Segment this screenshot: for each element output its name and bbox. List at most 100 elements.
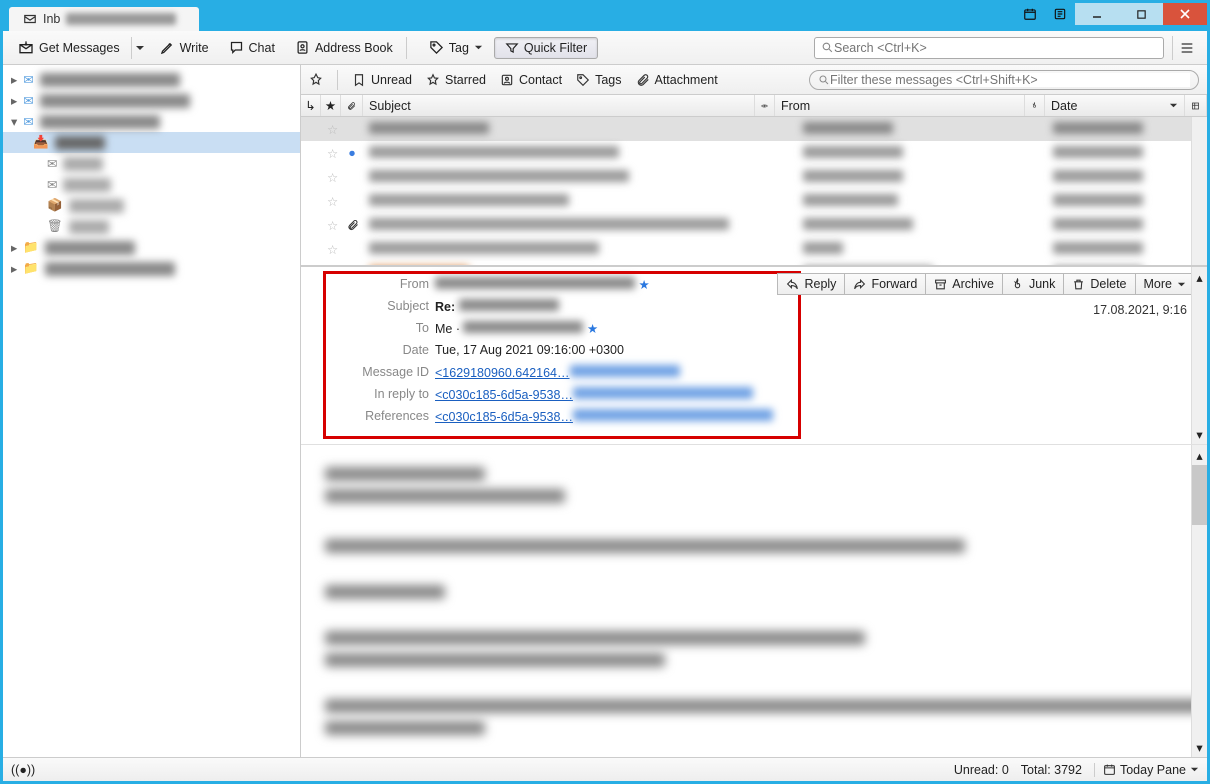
- filter-starred-label: Starred: [445, 73, 486, 87]
- write-button[interactable]: Write: [151, 36, 218, 59]
- col-junk[interactable]: [1025, 95, 1045, 116]
- inbox-icon: [23, 12, 37, 26]
- chat-label: Chat: [249, 41, 275, 55]
- col-read[interactable]: [755, 95, 775, 116]
- message-body: ▴▾: [301, 445, 1207, 757]
- tag-icon: [429, 40, 444, 55]
- hdr-messageid-value[interactable]: <1629180960.642164…: [435, 366, 570, 380]
- chat-button[interactable]: Chat: [220, 36, 284, 59]
- get-messages-dropdown[interactable]: [131, 37, 149, 59]
- filter-contact-label: Contact: [519, 73, 562, 87]
- sidebar-account[interactable]: ▾✉: [3, 111, 300, 132]
- filter-contact[interactable]: Contact: [500, 73, 562, 87]
- chevron-down-icon: [1190, 765, 1199, 774]
- message-row[interactable]: ☆: [301, 261, 1207, 265]
- col-star[interactable]: ★: [321, 95, 341, 116]
- star-icon: [426, 73, 440, 87]
- chevron-down-icon: [474, 43, 483, 52]
- maximize-button[interactable]: [1119, 3, 1163, 25]
- global-search[interactable]: [814, 37, 1164, 59]
- col-subject[interactable]: Subject: [363, 95, 755, 116]
- filter-messages-input[interactable]: [830, 73, 1190, 87]
- app-menu-button[interactable]: [1172, 36, 1201, 60]
- col-date[interactable]: Date: [1045, 95, 1185, 116]
- message-row[interactable]: ☆●: [301, 141, 1207, 165]
- message-list: ☆ ☆● ☆ ☆ ☆ ☆ ☆: [301, 117, 1207, 265]
- quick-filter-button[interactable]: Quick Filter: [494, 37, 598, 59]
- hdr-date-value: Tue, 17 Aug 2021 09:16:00 +0300: [435, 343, 801, 357]
- col-thread[interactable]: ↳: [301, 95, 321, 116]
- hdr-datetime-right: 17.08.2021, 9:16: [1093, 303, 1187, 317]
- sidebar-account[interactable]: ▸📁: [3, 237, 300, 258]
- hamburger-icon: [1179, 40, 1195, 56]
- sidebar-folder[interactable]: ✉: [3, 153, 300, 174]
- pin-filter-button[interactable]: [309, 73, 323, 87]
- sidebar-account[interactable]: ▸✉: [3, 90, 300, 111]
- filter-starred[interactable]: Starred: [426, 73, 486, 87]
- message-row[interactable]: ☆: [301, 213, 1207, 237]
- sidebar-account[interactable]: ▸✉: [3, 69, 300, 90]
- message-row[interactable]: ☆: [301, 117, 1207, 141]
- delete-button[interactable]: Delete: [1063, 273, 1134, 295]
- status-total: Total: 3792: [1021, 763, 1082, 777]
- filter-messages-input-wrap[interactable]: [809, 70, 1199, 90]
- sidebar-folder[interactable]: 📦: [3, 195, 300, 216]
- tag-icon: [576, 73, 590, 87]
- filter-tags[interactable]: Tags: [576, 73, 621, 87]
- search-input[interactable]: [834, 41, 1157, 55]
- message-row[interactable]: ☆: [301, 165, 1207, 189]
- address-book-button[interactable]: Address Book: [286, 36, 402, 59]
- pencil-icon: [160, 40, 175, 55]
- calendar-toggle-icon[interactable]: [1015, 3, 1045, 25]
- reply-button[interactable]: Reply: [777, 273, 844, 295]
- minimize-button[interactable]: [1075, 3, 1119, 25]
- window-tab-inbox[interactable]: Inb: [9, 7, 199, 31]
- hdr-references-value[interactable]: <c030c185-6d5a-9538…: [435, 410, 573, 424]
- today-pane-toggle[interactable]: Today Pane: [1094, 763, 1199, 777]
- col-picker[interactable]: [1185, 95, 1207, 116]
- hdr-messageid-label: Message ID: [301, 365, 435, 379]
- filter-attachment[interactable]: Attachment: [636, 73, 718, 87]
- paperclip-icon: [636, 73, 650, 87]
- junk-button[interactable]: Junk: [1002, 273, 1063, 295]
- message-list-scrollbar[interactable]: [1191, 117, 1207, 265]
- titlebar: Inb: [3, 3, 1207, 31]
- contact-icon: [500, 73, 514, 87]
- hdr-inreplyto-value[interactable]: <c030c185-6d5a-9538…: [435, 388, 573, 402]
- chevron-down-icon: [1169, 101, 1178, 110]
- hdr-references-label: References: [301, 409, 435, 423]
- forward-button[interactable]: Forward: [844, 273, 925, 295]
- star-icon[interactable]: ★: [638, 278, 649, 292]
- folder-sidebar: ▸✉ ▸✉ ▾✉ 📥 ✉ ✉ 📦 🗑 ▸📁 ▸📁: [3, 65, 301, 757]
- filter-attachment-label: Attachment: [655, 73, 718, 87]
- col-subject-label: Subject: [369, 99, 411, 113]
- more-button[interactable]: More: [1135, 273, 1195, 295]
- sidebar-account[interactable]: ▸📁: [3, 258, 300, 279]
- sidebar-folder-inbox[interactable]: 📥: [3, 132, 300, 153]
- window-tab-label: Inb: [43, 12, 60, 26]
- archive-button[interactable]: Archive: [925, 273, 1002, 295]
- tag-button[interactable]: Tag: [420, 36, 492, 59]
- message-row[interactable]: ☆: [301, 189, 1207, 213]
- online-indicator-icon[interactable]: ((●)): [11, 763, 35, 777]
- sidebar-folder-trash[interactable]: 🗑: [3, 216, 300, 237]
- header-scrollbar[interactable]: ▴▾: [1191, 267, 1207, 444]
- window-controls: [1015, 3, 1207, 31]
- star-icon[interactable]: ★: [587, 322, 598, 336]
- calendar-icon: [1103, 763, 1116, 776]
- col-attachment[interactable]: [341, 95, 363, 116]
- address-book-icon: [295, 40, 310, 55]
- close-button[interactable]: [1163, 3, 1207, 25]
- column-headers: ↳ ★ Subject From Date: [301, 95, 1207, 117]
- body-scrollbar[interactable]: ▴▾: [1191, 445, 1207, 757]
- sidebar-folder[interactable]: ✉: [3, 174, 300, 195]
- get-messages-button[interactable]: Get Messages: [9, 36, 129, 60]
- filter-unread[interactable]: Unread: [352, 73, 412, 87]
- download-mail-icon: [18, 40, 34, 56]
- col-from[interactable]: From: [775, 95, 1025, 116]
- hdr-inreplyto-label: In reply to: [301, 387, 435, 401]
- tasks-toggle-icon[interactable]: [1045, 3, 1075, 25]
- archive-icon: [934, 278, 947, 291]
- reply-icon: [786, 278, 799, 291]
- message-row[interactable]: ☆: [301, 237, 1207, 261]
